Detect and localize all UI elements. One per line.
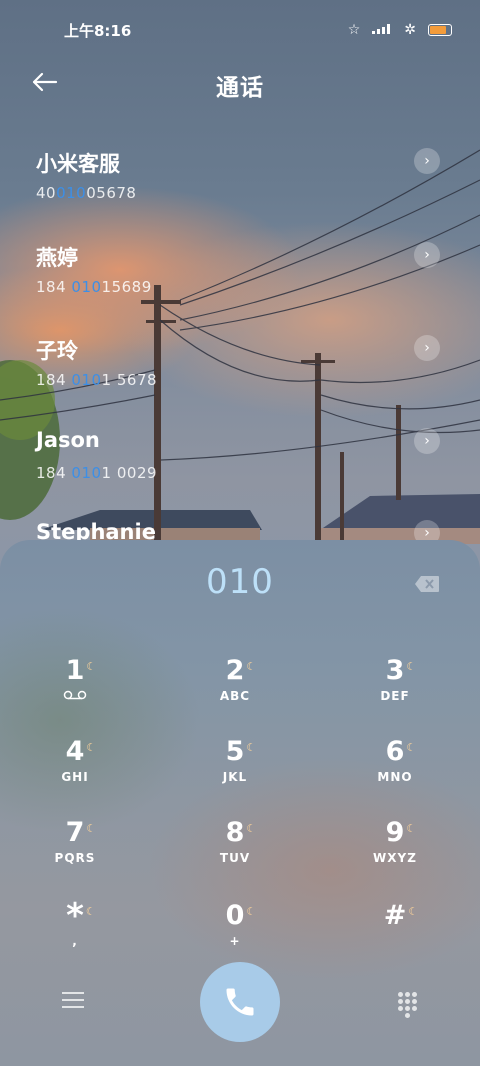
signal-icon bbox=[372, 22, 392, 38]
status-icons: ☆ ✲ bbox=[348, 22, 452, 38]
contact-number: 184 0101 5678 bbox=[36, 371, 158, 389]
backspace-icon[interactable] bbox=[414, 575, 440, 593]
contact-number: 4001005678 bbox=[36, 184, 137, 202]
chevron-right-icon[interactable]: › bbox=[414, 148, 440, 174]
chevron-right-icon[interactable]: › bbox=[414, 242, 440, 268]
contact-number: 184 0101 0029 bbox=[36, 464, 158, 482]
bluetooth-icon: ✲ bbox=[404, 22, 416, 38]
phone-icon bbox=[226, 988, 254, 1016]
header: 通话 bbox=[0, 60, 480, 104]
key-8[interactable]: 8 ☾ TUV bbox=[175, 817, 295, 887]
menu-icon[interactable] bbox=[62, 992, 84, 1010]
contact-item[interactable]: 小米客服 4001005678 › bbox=[0, 148, 480, 228]
contact-name: 小米客服 bbox=[36, 152, 120, 176]
battery-icon bbox=[428, 24, 452, 36]
contact-name: Jason bbox=[36, 428, 100, 452]
contact-item[interactable]: Jason 184 0101 0029 › bbox=[0, 428, 480, 508]
contact-number: 184 01015689 bbox=[36, 278, 152, 296]
key-1[interactable]: 1 ☾ bbox=[15, 655, 135, 725]
key-hash[interactable]: # ☾ bbox=[335, 900, 455, 970]
chevron-right-icon[interactable]: › bbox=[414, 428, 440, 454]
call-button[interactable] bbox=[200, 962, 280, 1042]
contact-item[interactable]: 子玲 184 0101 5678 › bbox=[0, 335, 480, 415]
key-0[interactable]: 0 ☾ + bbox=[175, 900, 295, 970]
key-5[interactable]: 5 ☾ JKL bbox=[175, 736, 295, 806]
key-4[interactable]: 4 ☾ GHI bbox=[15, 736, 135, 806]
key-star[interactable]: * ☾ , bbox=[15, 899, 135, 970]
key-3[interactable]: 3 ☾ DEF bbox=[335, 655, 455, 725]
key-2[interactable]: 2 ☾ ABC bbox=[175, 655, 295, 725]
keypad-icon[interactable] bbox=[398, 992, 418, 1018]
key-7[interactable]: 7 ☾ PQRS bbox=[15, 817, 135, 887]
contact-name: 子玲 bbox=[36, 339, 78, 363]
status-bar: 上午8:16 ☆ ✲ bbox=[0, 18, 480, 46]
dialed-number[interactable]: 010 bbox=[0, 562, 480, 602]
contact-item[interactable]: 燕婷 184 01015689 › bbox=[0, 242, 480, 322]
status-time: 上午8:16 bbox=[64, 22, 132, 40]
voicemail-icon bbox=[15, 689, 135, 703]
dialer-panel: 010 1 ☾ 2 ☾ ABC 3 ☾ DEF 4 ☾ GHI 5 ☾ JKL 6 ☾ MN… bbox=[0, 540, 480, 1066]
star-icon: ☆ bbox=[347, 22, 361, 38]
chevron-right-icon[interactable]: › bbox=[414, 335, 440, 361]
contact-name: 燕婷 bbox=[36, 246, 78, 270]
key-6[interactable]: 6 ☾ MNO bbox=[335, 736, 455, 806]
key-9[interactable]: 9 ☾ WXYZ bbox=[335, 817, 455, 887]
page-title: 通话 bbox=[216, 75, 264, 101]
